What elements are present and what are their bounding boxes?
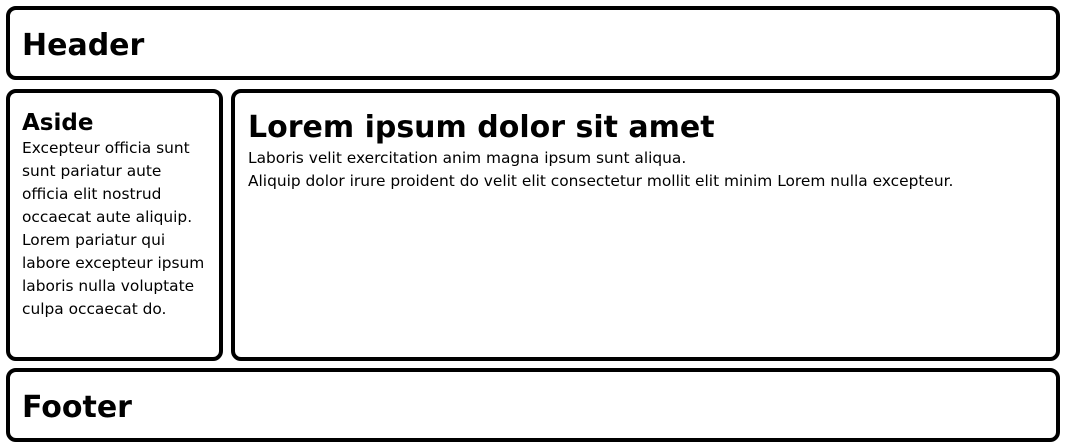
main-paragraph-1: Laboris velit exercitation anim magna ip…: [248, 149, 687, 167]
main-content: Lorem ipsum dolor sit amet Laboris velit…: [231, 89, 1060, 361]
header: Header: [6, 6, 1060, 80]
footer-title: Footer: [22, 390, 132, 425]
main-title: Lorem ipsum dolor sit amet: [248, 110, 715, 145]
footer: Footer: [6, 368, 1060, 442]
aside-text: Excepteur officia sunt sunt pariatur aut…: [22, 139, 205, 318]
header-title: Header: [22, 28, 145, 63]
main-paragraph-2: Aliquip dolor irure proident do velit el…: [248, 172, 954, 190]
aside-title: Aside: [22, 110, 94, 136]
aside: Aside Excepteur officia sunt sunt pariat…: [6, 89, 223, 361]
